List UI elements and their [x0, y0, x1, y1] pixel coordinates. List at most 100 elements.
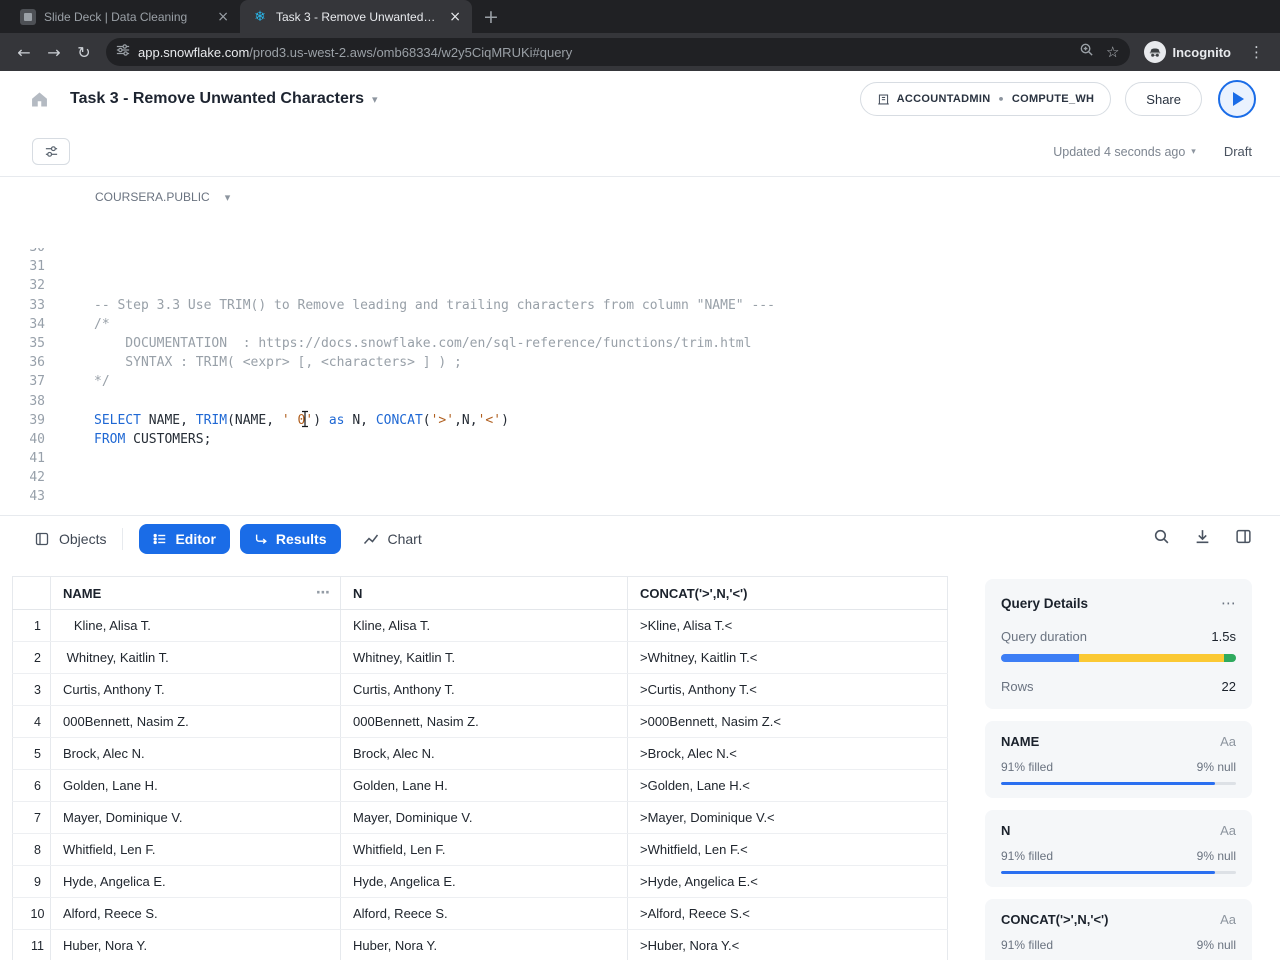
search-button[interactable] — [1153, 528, 1170, 550]
cell-n[interactable]: Huber, Nora Y. — [340, 929, 628, 960]
code-line[interactable]: 39 SELECT NAME, TRIM(NAME, ' 0') as N, CO… — [0, 411, 1280, 430]
code-line[interactable]: 43 — [0, 487, 1280, 506]
code-line[interactable]: 30 — [0, 248, 1280, 257]
layout-toggle-button[interactable] — [1235, 528, 1252, 550]
updated-status[interactable]: Updated 4 seconds ago ▾ — [1053, 145, 1196, 159]
address-bar[interactable]: app.snowflake.com/prod3.us-west-2.aws/om… — [106, 38, 1130, 66]
site-settings-icon[interactable] — [116, 43, 130, 62]
code-line[interactable]: 34 /* — [0, 315, 1280, 334]
download-button[interactable] — [1194, 528, 1211, 550]
reload-button[interactable]: ↻ — [70, 38, 98, 66]
code-line[interactable]: 33 -- Step 3.3 Use TRIM() to Remove leadi… — [0, 296, 1280, 315]
cell-name[interactable]: Brock, Alec N. — [50, 737, 341, 770]
cell-name[interactable]: Whitfield, Len F. — [50, 833, 341, 866]
title-menu-caret-icon[interactable]: ▾ — [372, 93, 378, 106]
cell-name[interactable]: Whitney, Kaitlin T. — [50, 641, 341, 674]
cell-name[interactable]: Golden, Lane H. — [50, 769, 341, 802]
browser-tab[interactable]: Slide Deck | Data Cleaning × — [8, 0, 240, 33]
new-tab-button[interactable]: + — [478, 4, 504, 30]
bookmark-star-icon[interactable]: ☆ — [1106, 43, 1119, 61]
cell-n[interactable]: Alford, Reece S. — [340, 897, 628, 930]
code-line[interactable]: 41 — [0, 449, 1280, 468]
sidebar-toggle-button[interactable] — [32, 138, 70, 165]
table-row[interactable]: 11 Huber, Nora Y. Huber, Nora Y. >Huber, No… — [12, 929, 948, 960]
more-menu-icon[interactable]: ⋯ — [1221, 594, 1236, 612]
code-line[interactable]: 37 */ — [0, 372, 1280, 391]
forward-button[interactable]: → — [40, 38, 68, 66]
code-line[interactable]: 38 — [0, 392, 1280, 411]
home-button[interactable] — [22, 82, 56, 116]
table-row[interactable]: 3 Curtis, Anthony T. Curtis, Anthony T. >Cu… — [12, 673, 948, 706]
cell-n[interactable]: Kline, Alisa T. — [340, 609, 628, 642]
table-row[interactable]: 2 Whitney, Kaitlin T. Whitney, Kaitlin T.… — [12, 641, 948, 674]
column-menu-icon[interactable]: ⋯ — [316, 585, 330, 601]
cell-concat[interactable]: >Hyde, Angelica E.< — [627, 865, 948, 898]
back-button[interactable]: ← — [10, 38, 38, 66]
sql-editor[interactable]: COURSERA.PUBLIC ▾ 30 31 32 33 -- Step 3.3 Us… — [0, 177, 1280, 515]
column-header-concat[interactable]: CONCAT('>',N,'<') — [627, 576, 948, 610]
table-row[interactable]: 7 Mayer, Dominique V. Mayer, Dominique V. >… — [12, 801, 948, 834]
cell-name[interactable]: Kline, Alisa T. — [50, 609, 341, 642]
cell-concat[interactable]: >Alford, Reece S.< — [627, 897, 948, 930]
cell-name[interactable]: 000Bennett, Nasim Z. — [50, 705, 341, 738]
cell-n[interactable]: Whitfield, Len F. — [340, 833, 628, 866]
session-context-button[interactable]: ACCOUNTADMIN • COMPUTE_WH — [859, 82, 1112, 116]
cell-n[interactable]: Brock, Alec N. — [340, 737, 628, 770]
duration-label: Query duration — [1001, 629, 1087, 644]
tab-close-icon[interactable]: × — [446, 9, 464, 25]
table-row[interactable]: 9 Hyde, Angelica E. Hyde, Angelica E. >Hyde… — [12, 865, 948, 898]
cell-concat[interactable]: >Golden, Lane H.< — [627, 769, 948, 802]
cell-n[interactable]: Whitney, Kaitlin T. — [340, 641, 628, 674]
cell-name[interactable]: Huber, Nora Y. — [50, 929, 341, 960]
cell-name[interactable]: Curtis, Anthony T. — [50, 673, 341, 706]
table-row[interactable]: 6 Golden, Lane H. Golden, Lane H. >Golden, … — [12, 769, 948, 802]
cell-concat[interactable]: >Huber, Nora Y.< — [627, 929, 948, 960]
column-header-n[interactable]: N — [340, 576, 628, 610]
column-stat-card[interactable]: CONCAT('>',N,'<') Aa 91% filled 9% null — [985, 899, 1252, 960]
table-row[interactable]: 8 Whitfield, Len F. Whitfield, Len F. >Whit… — [12, 833, 948, 866]
tab-results[interactable]: Results — [239, 523, 341, 554]
cell-name[interactable]: Alford, Reece S. — [50, 897, 341, 930]
table-row[interactable]: 10 Alford, Reece S. Alford, Reece S. >Alfor… — [12, 897, 948, 930]
table-row[interactable]: 4 000Bennett, Nasim Z. 000Bennett, Nasim Z… — [12, 705, 948, 738]
cell-concat[interactable]: >Whitney, Kaitlin T.< — [627, 641, 948, 674]
row-number: 10 — [12, 897, 51, 930]
tab-close-icon[interactable]: × — [214, 9, 232, 25]
code-line[interactable]: 40 FROM CUSTOMERS; — [0, 430, 1280, 449]
database-context-selector[interactable]: COURSERA.PUBLIC ▾ — [95, 190, 230, 204]
column-stat-card[interactable]: NAME Aa 91% filled 9% null — [985, 721, 1252, 798]
share-button[interactable]: Share — [1125, 82, 1202, 116]
cell-n[interactable]: Curtis, Anthony T. — [340, 673, 628, 706]
code-line[interactable]: 31 — [0, 257, 1280, 276]
cell-n[interactable]: Mayer, Dominique V. — [340, 801, 628, 834]
objects-icon — [35, 532, 49, 545]
tab-chart[interactable]: Chart — [363, 531, 422, 547]
cell-concat[interactable]: >Mayer, Dominique V.< — [627, 801, 948, 834]
code-line[interactable]: 35 DOCUMENTATION : https://docs.snowflak… — [0, 334, 1280, 353]
cell-n[interactable]: Hyde, Angelica E. — [340, 865, 628, 898]
cell-n[interactable]: Golden, Lane H. — [340, 769, 628, 802]
cell-concat[interactable]: >Brock, Alec N.< — [627, 737, 948, 770]
table-row[interactable]: 1 Kline, Alisa T. Kline, Alisa T. >Kline, … — [12, 609, 948, 642]
cell-concat[interactable]: >Kline, Alisa T.< — [627, 609, 948, 642]
column-type-badge: Aa — [1220, 912, 1236, 927]
run-button[interactable] — [1218, 80, 1256, 118]
column-header-name[interactable]: NAME ⋯ — [50, 576, 341, 610]
column-stat-card[interactable]: N Aa 91% filled 9% null — [985, 810, 1252, 887]
cell-name[interactable]: Mayer, Dominique V. — [50, 801, 341, 834]
code-line[interactable]: 42 — [0, 468, 1280, 487]
stat-title-row: N Aa — [1001, 823, 1236, 838]
code-line[interactable]: 32 — [0, 276, 1280, 295]
cell-name[interactable]: Hyde, Angelica E. — [50, 865, 341, 898]
cell-concat[interactable]: >Whitfield, Len F.< — [627, 833, 948, 866]
cell-concat[interactable]: >000Bennett, Nasim Z.< — [627, 705, 948, 738]
tab-editor[interactable]: Editor — [139, 523, 230, 554]
browser-menu-button[interactable]: ⋮ — [1243, 43, 1270, 61]
code-line[interactable]: 36 SYNTAX : TRIM( <expr> [, <characters>… — [0, 353, 1280, 372]
table-row[interactable]: 5 Brock, Alec N. Brock, Alec N. >Brock, Ale… — [12, 737, 948, 770]
cell-concat[interactable]: >Curtis, Anthony T.< — [627, 673, 948, 706]
zoom-icon[interactable] — [1079, 42, 1094, 62]
browser-tab[interactable]: ❄ Task 3 - Remove Unwanted Characters × — [240, 0, 472, 33]
tab-objects[interactable]: Objects — [34, 531, 106, 547]
cell-n[interactable]: 000Bennett, Nasim Z. — [340, 705, 628, 738]
